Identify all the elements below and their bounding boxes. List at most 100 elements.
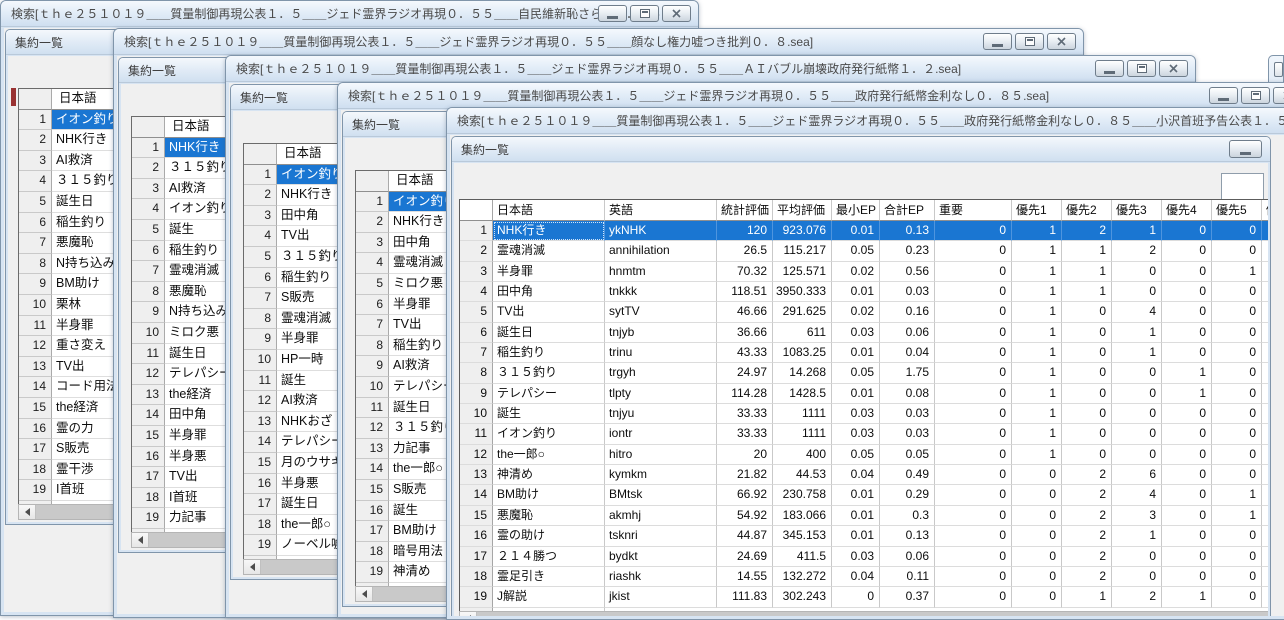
cell-value: 0.11: [880, 567, 935, 587]
table-row[interactable]: 13神清めkymkm21.8244.530.040.49002600: [460, 465, 1268, 485]
cell-value: 14.268: [773, 363, 832, 383]
table-row[interactable]: 10誕生tnjyu33.3311110.030.03010000: [460, 404, 1268, 424]
scroll-left-arrow-icon: [138, 536, 143, 544]
window-titlebar[interactable]: 検索[ｔｈｅ２５１０１９＿＿質量制御再現公表１．５＿＿ジェド霊界ラジオ再現０．５…: [338, 83, 1284, 109]
column-header[interactable]: 重要: [935, 200, 1012, 221]
close-button[interactable]: [662, 5, 691, 22]
minimize-button[interactable]: [1209, 87, 1238, 104]
cell-value: 0: [1162, 465, 1212, 485]
row-number: 8: [460, 363, 493, 383]
cell-english: kymkm: [605, 465, 717, 485]
restore-button[interactable]: [1127, 60, 1156, 77]
table-row[interactable]: 6誕生日tnjyb36.666110.030.06010100: [460, 323, 1268, 343]
table-row[interactable]: 19J解説jkist111.83302.24300.37001210: [460, 587, 1268, 607]
restore-button[interactable]: [1241, 87, 1270, 104]
cell-value: 0: [1162, 282, 1212, 302]
table-row[interactable]: 11イオン釣りiontr33.3311110.030.03010000: [460, 424, 1268, 444]
table-row[interactable]: 8３１５釣りtrgyh24.9714.2680.051.75010010: [460, 363, 1268, 383]
cell-english: jkist: [605, 587, 717, 607]
cell-value: 0: [935, 323, 1012, 343]
column-header[interactable]: 平均評価: [773, 200, 832, 221]
cell-value: 0: [1162, 221, 1212, 241]
close-button[interactable]: [1047, 33, 1076, 50]
row-number: 8: [132, 282, 165, 303]
cell-clipped: [1262, 282, 1268, 302]
cell-value: 0: [935, 221, 1012, 241]
scroll-left-button[interactable]: [460, 612, 477, 616]
subwindow-titlebar[interactable]: 集約一覧: [452, 137, 1270, 162]
table-row[interactable]: 3半身罪hnmtm70.32125.5710.020.56011001: [460, 262, 1268, 282]
cell-value: 0.01: [832, 485, 880, 505]
cell-value: 291.625: [773, 302, 832, 322]
table-row[interactable]: 1NHK行きykNHK120923.0760.010.13012100: [460, 221, 1268, 241]
minimize-button[interactable]: [1095, 60, 1124, 77]
column-header[interactable]: 合計EP: [880, 200, 935, 221]
cell-english: ykNHK: [605, 221, 717, 241]
cell-value: 0: [935, 404, 1012, 424]
minimize-button[interactable]: [983, 33, 1012, 50]
table-row[interactable]: 14BM助けBMtsk66.92230.7580.010.29002401: [460, 485, 1268, 505]
close-icon: [1169, 64, 1178, 73]
window-titlebar[interactable]: 検索[ｔｈｅ２５１０１９＿＿質量制御再現公表１．５＿＿ジェド霊界ラジオ再現０．５…: [114, 29, 1083, 55]
table-row[interactable]: 5TV出sytTV46.66291.6250.020.16010400: [460, 302, 1268, 322]
column-header[interactable]: 統計評価: [717, 200, 773, 221]
close-button[interactable]: [1273, 87, 1284, 104]
window-titlebar[interactable]: 検索[ｔｈｅ２５１０１９＿＿質量制御再現公表１．５＿＿ジェド霊界ラジオ再現０．５…: [447, 108, 1284, 134]
cell-value: 345.153: [773, 526, 832, 546]
scroll-left-button[interactable]: [132, 533, 149, 547]
window-titlebar[interactable]: 検索[ｔｈｅ２５１０１９＿＿質量制御再現公表１．５＿＿ジェド霊界ラジオ再現０．５…: [226, 56, 1195, 82]
column-header[interactable]: 優先1: [1012, 200, 1062, 221]
table-row[interactable]: 16霊の助けtsknri44.87345.1530.010.13002100: [460, 526, 1268, 546]
cell-value: 36.66: [717, 323, 773, 343]
table-row[interactable]: 4田中角tnkkk118.513950.3330.010.03011000: [460, 282, 1268, 302]
cell-value: 0: [935, 384, 1012, 404]
cell-value: 0: [1162, 567, 1212, 587]
row-number: 9: [460, 384, 493, 404]
minimize-button[interactable]: [598, 5, 627, 22]
row-number: 4: [132, 199, 165, 220]
scrollbar-track[interactable]: [477, 612, 1268, 616]
cell-value: 1: [1062, 262, 1112, 282]
cell-value: 0: [1012, 547, 1062, 567]
window-titlebar[interactable]: 検索[ｔｈｅ２５１０１９＿＿質量制御再現公表１．５＿＿ジェド霊界ラジオ再現０．５…: [1, 1, 698, 27]
table-row[interactable]: 9テレパシーtlpty114.281428.50.010.08010010: [460, 384, 1268, 404]
table-row[interactable]: 2霊魂消滅annihilation26.5115.2170.050.230112…: [460, 241, 1268, 261]
cell-value: 6: [1112, 465, 1162, 485]
scroll-left-button[interactable]: [356, 587, 373, 601]
column-header[interactable]: 優先3: [1112, 200, 1162, 221]
row-number: 19: [356, 562, 389, 583]
cell-value: 0.3: [880, 506, 935, 526]
row-number: 19: [460, 587, 493, 607]
column-header[interactable]: 最小EP: [832, 200, 880, 221]
cell-japanese: NHK行き: [493, 221, 605, 241]
cell-japanese: the一郎○: [493, 445, 605, 465]
column-header[interactable]: 優先2: [1062, 200, 1112, 221]
cell-japanese: 田中角: [493, 282, 605, 302]
table-row[interactable]: 17２１４勝つbydkt24.69411.50.030.06002000: [460, 547, 1268, 567]
cell-japanese: テレパシー: [493, 384, 605, 404]
list-corner-cell: [356, 171, 389, 192]
column-header[interactable]: 日本語: [493, 200, 605, 221]
row-number: 3: [460, 262, 493, 282]
horizontal-scrollbar[interactable]: [459, 611, 1268, 616]
column-header[interactable]: 英語: [605, 200, 717, 221]
scroll-left-button[interactable]: [19, 505, 36, 519]
scroll-left-button[interactable]: [244, 560, 261, 574]
cell-value: 0.04: [832, 465, 880, 485]
row-number: 18: [356, 542, 389, 563]
table-row[interactable]: 15悪魔恥akmhj54.92183.0660.010.3002301: [460, 506, 1268, 526]
restore-button[interactable]: [1015, 33, 1044, 50]
cell-value: 4: [1112, 485, 1162, 505]
desktop: { "app": { "list_window_title": "集約一覧", …: [0, 0, 1284, 620]
table-row[interactable]: 18霊足引きriashk14.55132.2720.040.11002000: [460, 567, 1268, 587]
column-header[interactable]: 優先4: [1162, 200, 1212, 221]
minimize-button[interactable]: [1229, 140, 1262, 158]
column-header[interactable]: 優先5: [1212, 200, 1262, 221]
row-number: 17: [19, 439, 52, 460]
cell-value: 120: [717, 221, 773, 241]
restore-button[interactable]: [630, 5, 659, 22]
table-row[interactable]: 7稲生釣りtrinu43.331083.250.010.04010100: [460, 343, 1268, 363]
close-button[interactable]: [1159, 60, 1188, 77]
cell-value: 0.03: [880, 282, 935, 302]
table-row[interactable]: 12the一郎○hitro204000.050.05010000: [460, 445, 1268, 465]
